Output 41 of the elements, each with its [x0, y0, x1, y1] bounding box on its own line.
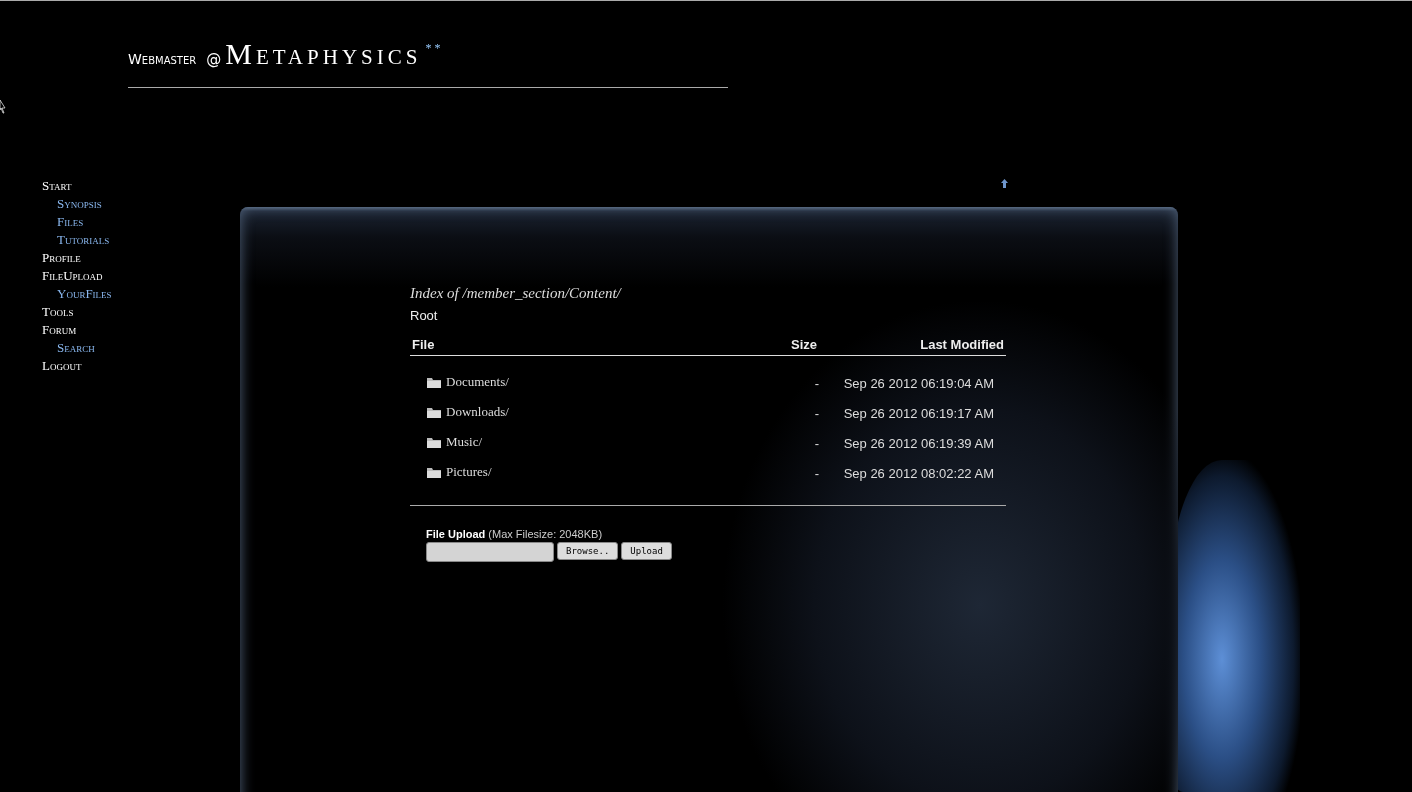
- nav-link[interactable]: Logout: [42, 357, 82, 375]
- browse-button[interactable]: Browse..: [557, 542, 619, 560]
- breadcrumb-link[interactable]: Root: [410, 308, 438, 323]
- site-title: Metaphysics: [225, 39, 422, 69]
- upload-button[interactable]: Upload: [621, 542, 672, 560]
- modified-cell: Sep 26 2012 06:19:39 AM: [819, 428, 1006, 458]
- modified-cell: Sep 26 2012 08:02:22 AM: [819, 458, 1006, 488]
- folder-link[interactable]: Pictures/: [426, 464, 492, 481]
- at-sign: @: [206, 50, 222, 68]
- site-owner-label: Webmaster: [128, 51, 197, 67]
- nav-link[interactable]: FileUpload: [42, 267, 103, 285]
- folder-link[interactable]: Music/: [426, 434, 483, 451]
- folder-link[interactable]: Documents/: [426, 374, 509, 391]
- size-cell-text: -: [813, 434, 819, 453]
- size-cell-text: -: [813, 374, 819, 393]
- nav-sublink[interactable]: Synopsis: [57, 195, 102, 213]
- file-input-field[interactable]: [426, 542, 554, 562]
- small-arrow-icon: [1000, 179, 1009, 188]
- folder-icon: [426, 375, 442, 389]
- folder-icon: [426, 435, 442, 449]
- nav-sublink[interactable]: Tutorials: [57, 231, 110, 249]
- column-header: File: [410, 337, 724, 356]
- column-header: Last Modified: [819, 337, 1006, 356]
- column-header: Size: [723, 337, 819, 356]
- nav-link[interactable]: Profile: [42, 249, 81, 267]
- size-cell-text: -: [813, 404, 819, 423]
- nav-sublink[interactable]: Files: [57, 213, 84, 231]
- nav-sublink[interactable]: YourFiles: [57, 285, 112, 303]
- modified-cell: Sep 26 2012 06:19:04 AM: [819, 368, 1006, 398]
- upload-label: File Upload (Max Filesize: 2048KB): [426, 528, 604, 540]
- folder-icon: [426, 405, 442, 419]
- modified-cell: Sep 26 2012 06:19:17 AM: [819, 398, 1006, 428]
- folder-icon: [426, 465, 442, 479]
- nav-sublink[interactable]: Search: [57, 339, 95, 357]
- size-cell-text: -: [813, 464, 819, 483]
- title-asterisks: **: [425, 41, 444, 56]
- folder-link[interactable]: Downloads/: [426, 404, 509, 421]
- index-title: Index of /member_section/Content/: [410, 285, 623, 302]
- nav-link[interactable]: Tools: [42, 303, 74, 321]
- nav-link[interactable]: Start: [42, 177, 72, 195]
- nav-link[interactable]: Forum: [42, 321, 77, 339]
